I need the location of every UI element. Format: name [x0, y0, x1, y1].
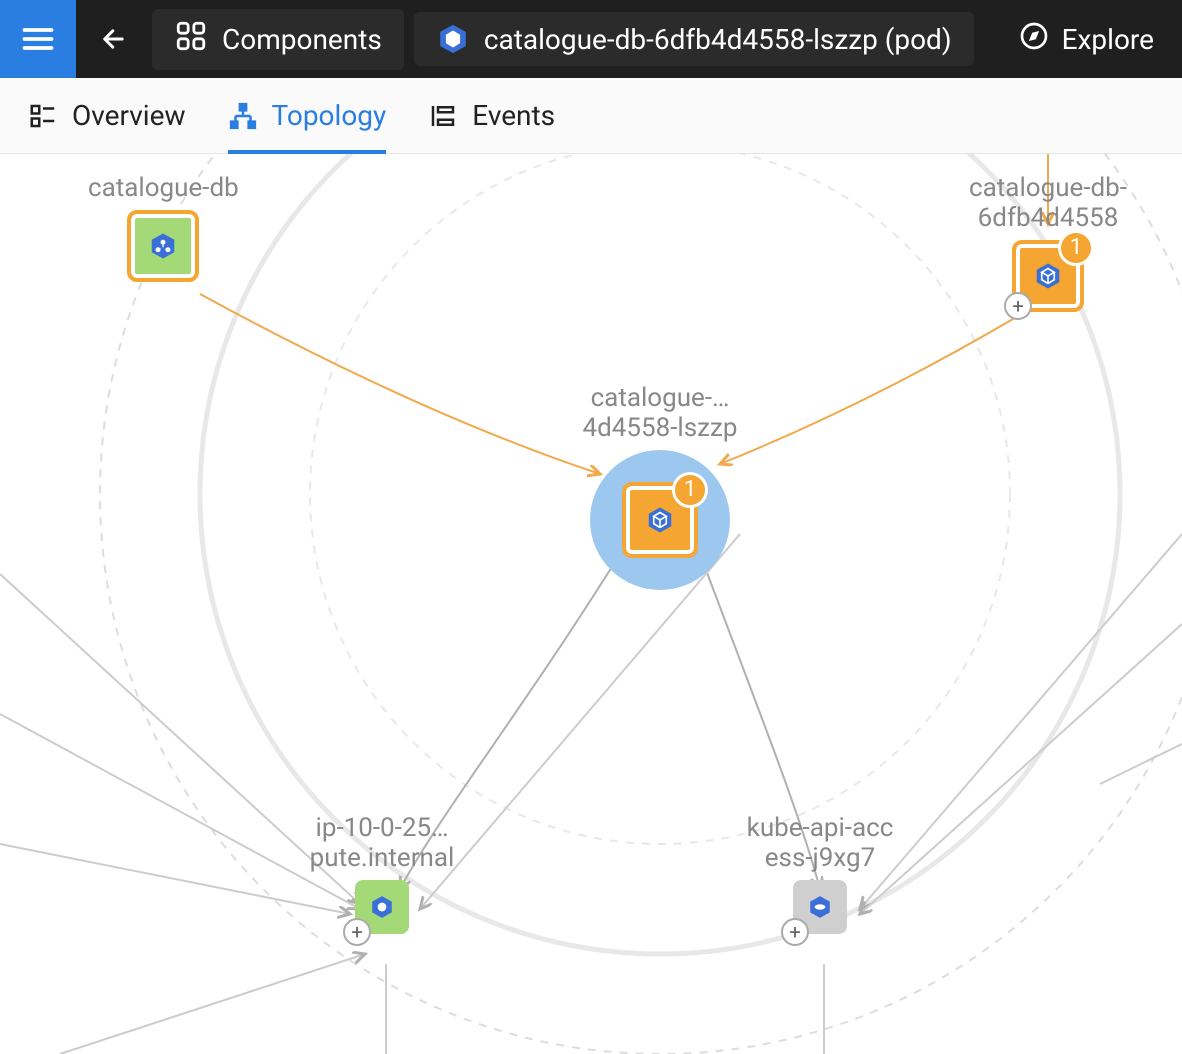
node-catalogue-db-pod[interactable]: catalogue-… 4d4558-lszzp 1: [560, 384, 760, 590]
topology-icon: [228, 101, 258, 131]
cube-hexagon-icon: [645, 505, 675, 535]
hamburger-icon: [20, 21, 56, 57]
count-badge: 1: [1058, 230, 1094, 266]
arrow-left-icon: [100, 25, 128, 53]
components-icon: [174, 19, 208, 60]
breadcrumb-components-label: Components: [222, 23, 382, 56]
volume-hexagon-icon: [807, 894, 833, 920]
node-tile: [127, 210, 199, 282]
back-button[interactable]: [76, 25, 152, 53]
tab-row: Overview Topology Events: [0, 78, 1182, 154]
tab-topology-label: Topology: [272, 99, 387, 132]
node-catalogue-db-replicaset[interactable]: catalogue-db- 6dfb4d4558 1 +: [958, 174, 1138, 312]
node-volume[interactable]: kube-api-acc ess-j9xg7 +: [720, 814, 920, 934]
expand-plus-button[interactable]: +: [781, 918, 809, 946]
service-hexagon-icon: [148, 231, 178, 261]
explore-label: Explore: [1062, 23, 1154, 56]
node-tile: +: [355, 880, 409, 934]
tab-events[interactable]: Events: [428, 78, 555, 153]
overview-icon: [28, 101, 58, 131]
node-tile: +: [793, 880, 847, 934]
expand-plus-button[interactable]: +: [1004, 292, 1032, 320]
explore-button[interactable]: Explore: [1018, 20, 1182, 59]
node-label: ip-10-0-25… pute.internal: [282, 814, 482, 874]
node-label: catalogue-db: [88, 174, 239, 204]
node-hexagon-icon: [369, 894, 395, 920]
cube-hexagon-icon: [1033, 261, 1063, 291]
breadcrumb-pod[interactable]: catalogue-db-6dfb4d4558-lszzp (pod): [414, 12, 974, 66]
topbar: Components catalogue-db-6dfb4d4558-lszzp…: [0, 0, 1182, 78]
hamburger-menu-button[interactable]: [0, 0, 76, 78]
topology-canvas[interactable]: catalogue-db catalogue-db- 6dfb4d4558 1 …: [0, 154, 1182, 1054]
breadcrumb-components[interactable]: Components: [152, 9, 404, 70]
expand-plus-button[interactable]: +: [343, 918, 371, 946]
node-label: catalogue-db- 6dfb4d4558: [958, 174, 1138, 234]
node-label: kube-api-acc ess-j9xg7: [720, 814, 920, 874]
tab-overview[interactable]: Overview: [28, 78, 186, 153]
selection-halo: 1: [590, 450, 730, 590]
node-tile: 1: [622, 482, 698, 558]
breadcrumb-pod-label: catalogue-db-6dfb4d4558-lszzp (pod): [484, 23, 952, 56]
tab-overview-label: Overview: [72, 99, 186, 132]
events-icon: [428, 101, 458, 131]
node-label: catalogue-… 4d4558-lszzp: [560, 384, 760, 444]
node-host[interactable]: ip-10-0-25… pute.internal +: [282, 814, 482, 934]
node-catalogue-db-service[interactable]: catalogue-db: [88, 174, 239, 282]
compass-icon: [1018, 20, 1050, 59]
pod-hexagon-icon: [436, 22, 470, 56]
node-tile: 1 +: [1012, 240, 1084, 312]
count-badge: 1: [672, 472, 708, 508]
tab-topology[interactable]: Topology: [228, 78, 387, 153]
tab-events-label: Events: [472, 99, 555, 132]
